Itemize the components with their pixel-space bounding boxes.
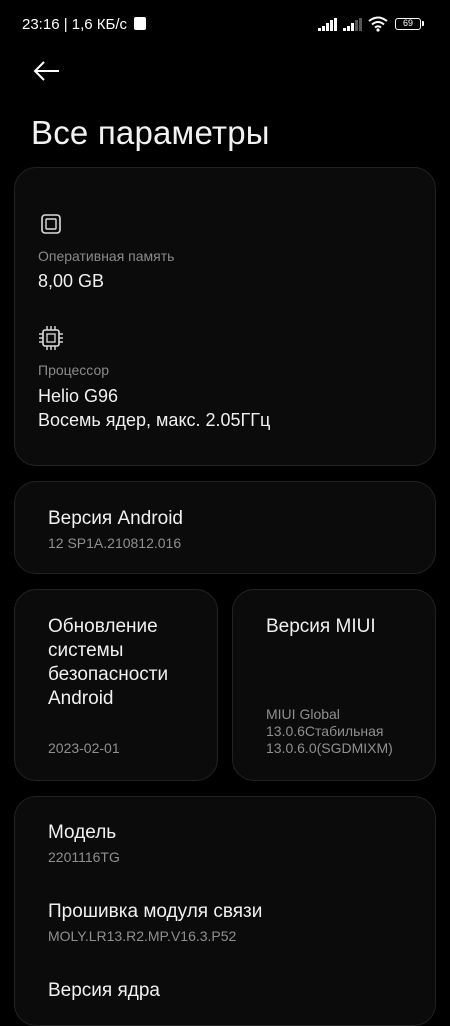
miui-version-line-3: 13.0.6.0(SGDMIXM) <box>266 740 393 756</box>
kernel-title[interactable]: Версия ядра <box>48 979 160 1003</box>
baseband-title[interactable]: Прошивка модуля связи <box>48 900 262 924</box>
battery-tip <box>422 21 424 26</box>
processor-name: Helio G96 <box>38 386 119 406</box>
signal-strength-2-icon <box>343 18 362 31</box>
page-title: Все параметры <box>31 114 270 151</box>
specs-card: Оперативная память 8,00 GB Процессор Hel… <box>14 167 436 466</box>
processor-label: Процессор <box>38 362 110 378</box>
status-time-speed: 23:16 | 1,6 КБ/с <box>22 16 128 33</box>
miui-version-line-2: 13.0.6Стабильная <box>266 723 384 739</box>
ram-value: 8,00 GB <box>38 271 105 291</box>
model-title[interactable]: Модель <box>48 821 116 845</box>
device-details-card: Модель 2201116TG Прошивка модуля связи M… <box>14 796 436 1026</box>
processor-details: Восемь ядер, макс. 2.05ГГц <box>38 410 271 430</box>
security-title-line-1: Обновление <box>48 616 158 637</box>
ram-label: Оперативная память <box>38 248 175 264</box>
miui-version-title: Версия MIUI <box>266 616 376 637</box>
battery-indicator: 69 <box>395 18 421 30</box>
signal-strength-icon <box>318 18 337 31</box>
app-notification-icon <box>134 17 146 30</box>
security-title-line-2: системы <box>48 640 124 661</box>
security-patch-date: 2023-02-01 <box>48 740 120 756</box>
security-title-line-3: безопасности <box>48 664 169 685</box>
baseband-value: MOLY.LR13.R2.MP.V16.3.P52 <box>48 928 237 944</box>
security-update-card[interactable]: Обновление системы безопасности Android … <box>14 589 218 781</box>
memory-chip-icon <box>41 214 61 234</box>
wifi-icon <box>368 16 388 32</box>
android-version-title: Версия Android <box>48 508 183 529</box>
miui-version-card[interactable]: Версия MIUI MIUI Global 13.0.6Стабильная… <box>232 589 436 781</box>
status-bar: 23:16 | 1,6 КБ/с 69 <box>0 0 450 50</box>
miui-version-line-1: MIUI Global <box>266 706 340 722</box>
android-version-card[interactable]: Версия Android 12 SP1A.210812.016 <box>14 481 436 574</box>
security-title-line-4: Android <box>48 688 114 709</box>
model-value: 2201116TG <box>48 849 120 865</box>
android-version-value: 12 SP1A.210812.016 <box>48 535 182 551</box>
back-arrow-icon[interactable] <box>28 56 64 86</box>
processor-chip-icon <box>39 326 63 350</box>
